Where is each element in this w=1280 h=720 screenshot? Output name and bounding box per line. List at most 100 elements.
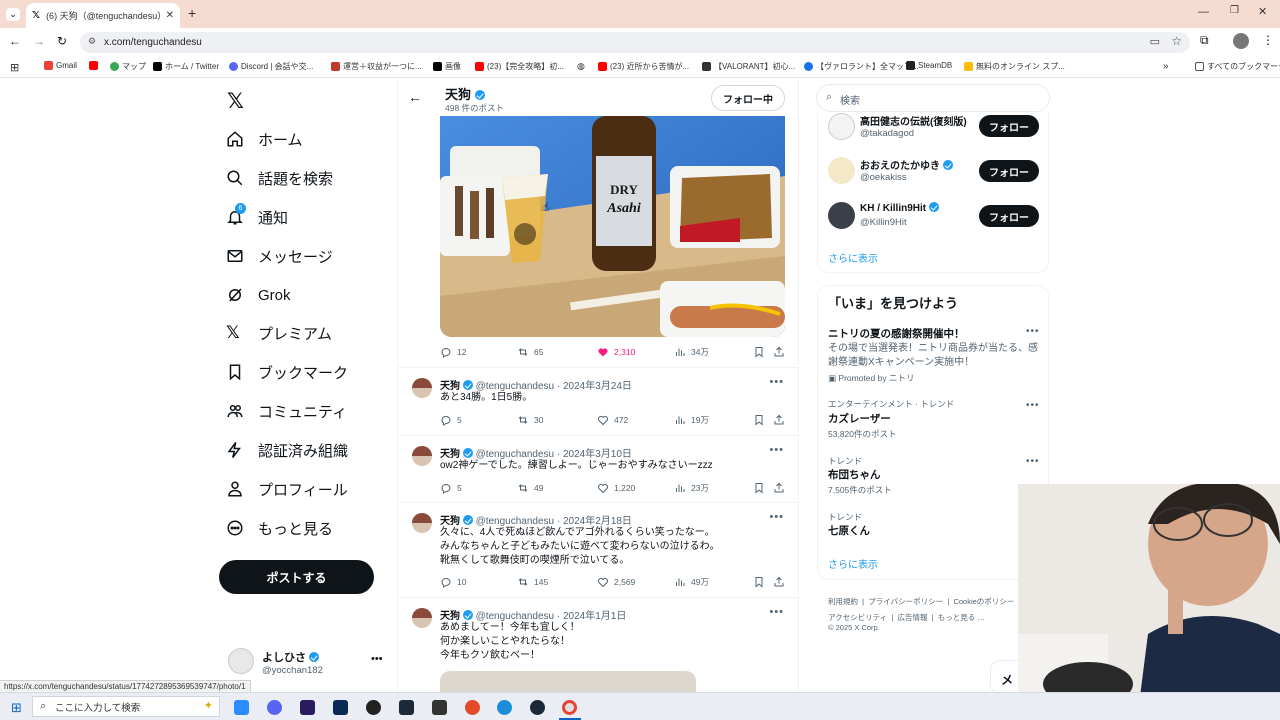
post-photo[interactable]: DRY Asahi ☝ — [440, 116, 785, 337]
bookmark-yt-guide[interactable]: (23)【完全攻略】初... — [475, 61, 564, 72]
chrome-icon[interactable] — [562, 700, 577, 715]
follow-button[interactable]: フォロー — [979, 205, 1039, 227]
all-bookmarks[interactable]: すべてのブックマーク — [1195, 61, 1280, 72]
reload-icon[interactable]: ↻ — [57, 34, 67, 48]
close-tab-icon[interactable]: ✕ — [166, 10, 174, 21]
like-button[interactable]: 1,220 — [597, 482, 635, 494]
sidebar-item-home[interactable]: ホーム — [226, 124, 303, 154]
views-button[interactable]: 23万 — [674, 482, 709, 494]
messages-drawer[interactable]: メ — [990, 660, 1018, 694]
show-more-link[interactable]: さらに表示 — [828, 556, 878, 571]
minimize-button[interactable]: — — [1198, 6, 1209, 18]
bookmark-button[interactable] — [753, 482, 765, 494]
app-icon[interactable] — [465, 700, 480, 715]
x-logo-icon[interactable]: 𝕏 — [227, 89, 244, 114]
sidebar-item-grok[interactable]: Grok — [226, 280, 291, 310]
obs-icon[interactable] — [366, 700, 381, 715]
premiere-icon[interactable] — [300, 700, 315, 715]
sidebar-item-explore[interactable]: 話題を検索 — [226, 163, 333, 193]
profile-avatar[interactable] — [1233, 33, 1249, 49]
photoshop-icon[interactable] — [333, 700, 348, 715]
bookmark-unei[interactable]: 運営＋収益が一つに... — [331, 61, 422, 72]
bookmark-yt-neighbor[interactable]: (23) 近所から苦情が... — [598, 61, 689, 72]
address-bar[interactable]: ⚙ x.com/tenguchandesu ▭ ☆ — [80, 32, 1190, 53]
reply-button[interactable]: 5 — [440, 482, 462, 494]
back-arrow-icon[interactable]: ← — [9, 34, 21, 48]
show-more-link[interactable]: さらに表示 — [828, 250, 878, 265]
lightroom-icon[interactable] — [399, 700, 414, 715]
site-info-icon[interactable]: ⚙ — [88, 36, 96, 47]
bookmark-discord[interactable]: Discord | 会話や交... — [229, 61, 313, 72]
bookmark-button[interactable] — [753, 346, 765, 358]
sidebar-item-bookmarks[interactable]: ブックマーク — [226, 357, 348, 387]
search-input[interactable]: ⌕ 検索 — [816, 84, 1050, 112]
star-icon[interactable]: ☆ — [1171, 34, 1182, 48]
tweet-more-icon[interactable]: ••• — [769, 444, 784, 456]
repost-button[interactable]: 49 — [517, 482, 543, 494]
trend-name[interactable]: カズレーザー — [828, 411, 891, 426]
following-button[interactable]: フォロー中 — [711, 85, 785, 111]
tweet-more-icon[interactable]: ••• — [769, 376, 784, 388]
back-arrow-icon[interactable]: ← — [408, 89, 422, 105]
forward-arrow-icon[interactable]: → — [33, 34, 45, 48]
bookmark-gmail[interactable]: Gmail — [44, 61, 77, 70]
trend-name[interactable]: 布団ちゃん — [828, 467, 881, 482]
views-button[interactable]: 34万 — [674, 346, 709, 358]
bookmark-button[interactable] — [753, 576, 765, 588]
share-button[interactable] — [773, 576, 785, 588]
trend-name[interactable]: 七原くん — [828, 523, 870, 538]
repost-button[interactable]: 30 — [517, 414, 543, 426]
sidebar-item-notifications[interactable]: 6 通知 — [226, 202, 288, 232]
tweet-more-icon[interactable]: ••• — [769, 511, 784, 523]
sidebar-item-communities[interactable]: コミュニティ — [226, 396, 347, 426]
sidebar-item-premium[interactable]: 𝕏 プレミアム — [226, 318, 332, 348]
steam-icon[interactable] — [530, 700, 545, 715]
zoom-icon[interactable] — [234, 700, 249, 715]
trend-more-icon[interactable]: ••• — [1026, 400, 1040, 411]
repost-button[interactable]: 145 — [517, 576, 548, 588]
windows-start-icon[interactable]: ⊞ — [11, 700, 22, 716]
globe-icon[interactable]: ◍ — [577, 61, 585, 72]
account-switcher[interactable]: よしひさ @yocchan182 ••• — [228, 648, 388, 682]
follow-button[interactable]: フォロー — [979, 115, 1039, 137]
promoted-trend[interactable]: ニトリの夏の感謝祭開催中！ その場で当選発表！ニトリ商品券が当たる、感 謝祭連動… — [828, 326, 1043, 384]
tweet-item[interactable]: 天狗 @tenguchandesu · 2024年2月18日 ••• 久々に、4… — [398, 503, 798, 598]
bookmark-valorant-maps[interactable]: 【ヴァロラント】全マップ... — [804, 61, 919, 72]
sidebar-item-more[interactable]: もっと見る — [226, 513, 333, 543]
footer-terms[interactable]: 利用規約 — [828, 597, 858, 606]
tweet-item[interactable]: 天狗 @tenguchandesu · 2024年1月1日 ••• あめましてー… — [398, 598, 798, 701]
tab-list-button[interactable]: ⌄ — [6, 8, 20, 21]
close-window-button[interactable]: ✕ — [1258, 5, 1267, 18]
footer-accessibility[interactable]: アクセシビリティ — [828, 613, 887, 622]
footer-privacy[interactable]: プライバシーポリシー — [868, 597, 943, 606]
footer-ads[interactable]: 広告情報 — [897, 613, 927, 622]
apps-grid-icon[interactable]: ⊞ — [10, 61, 19, 74]
new-tab-button[interactable]: + — [188, 5, 196, 21]
share-button[interactable] — [773, 414, 785, 426]
more-bookmarks-icon[interactable]: » — [1163, 61, 1169, 72]
sidebar-item-verified-orgs[interactable]: 認証済み組織 — [226, 435, 348, 465]
edge-icon[interactable] — [497, 700, 512, 715]
share-button[interactable] — [773, 482, 785, 494]
bookmark-spreadsheet[interactable]: 無料のオンライン スプ... — [964, 61, 1065, 72]
bookmark-twitter[interactable]: ホーム / Twitter — [153, 61, 219, 72]
sidebar-item-messages[interactable]: メッセージ — [226, 241, 333, 271]
bookmark-maps[interactable]: マップ — [110, 61, 146, 72]
extensions-icon[interactable]: ⧉ — [1200, 33, 1209, 48]
restore-button[interactable]: ❐ — [1230, 5, 1239, 16]
tweet-more-icon[interactable]: ••• — [769, 606, 784, 618]
discord-icon[interactable] — [267, 700, 282, 715]
bookmark-valorant[interactable]: 【VALORANT】初心... — [702, 61, 795, 72]
like-button[interactable]: 2,310 — [597, 346, 635, 358]
views-button[interactable]: 19万 — [674, 414, 709, 426]
reply-button[interactable]: 12 — [440, 346, 466, 358]
bookmark-images[interactable]: 画像 — [433, 61, 461, 72]
trend-more-icon[interactable]: ••• — [1026, 326, 1040, 337]
browser-tab[interactable]: 𝕏 (6) 天狗（@tenguchandesu）さ ✕ — [26, 3, 180, 28]
share-button[interactable] — [773, 346, 785, 358]
reply-button[interactable]: 5 — [440, 414, 462, 426]
like-button[interactable]: 472 — [597, 414, 628, 426]
tweet-item[interactable]: 天狗 @tenguchandesu · 2024年3月24日 ••• あと34勝… — [398, 368, 798, 436]
bookmark-button[interactable] — [753, 414, 765, 426]
trend-more-icon[interactable]: ••• — [1026, 456, 1040, 467]
